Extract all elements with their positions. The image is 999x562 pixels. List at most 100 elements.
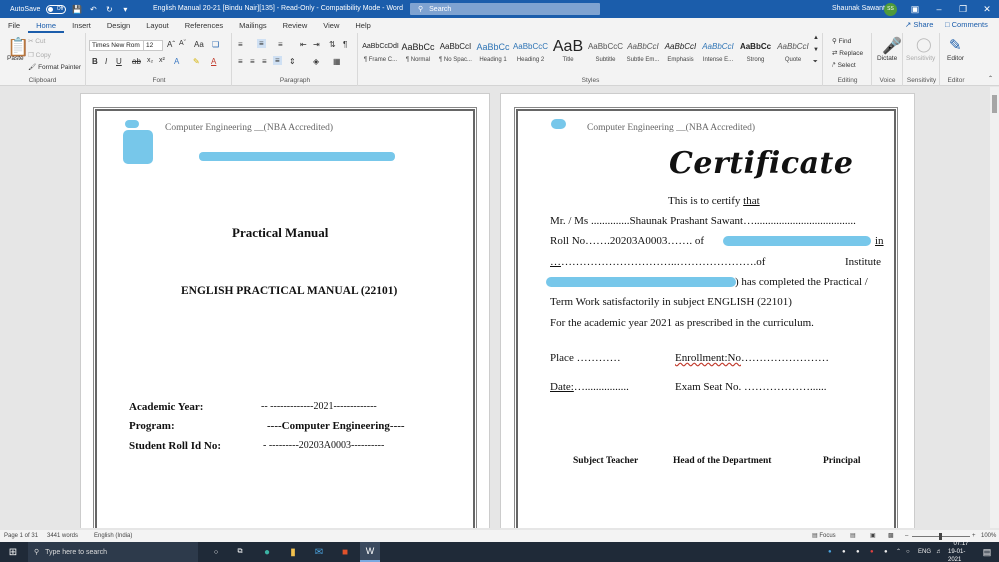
- highlight-icon[interactable]: ✎: [193, 57, 200, 66]
- find-button[interactable]: ⚲ Find: [832, 37, 851, 45]
- strikethrough-icon[interactable]: ab: [132, 57, 141, 66]
- clock[interactable]: 07:17 19-01-2021: [948, 541, 974, 562]
- line-spacing-icon[interactable]: ⇕: [289, 57, 296, 66]
- style-item[interactable]: AaBbCcI ¶ No Spac...: [437, 35, 474, 71]
- style-item[interactable]: AaBbCcI Intense E...: [700, 35, 737, 71]
- read-mode-icon[interactable]: ▤: [850, 530, 856, 542]
- scrollbar-thumb[interactable]: [992, 95, 997, 113]
- font-color-icon[interactable]: A: [211, 57, 216, 66]
- taskbar-search[interactable]: ⚲ Type here to search: [28, 542, 198, 562]
- bold-icon[interactable]: B: [92, 57, 98, 66]
- justify-icon[interactable]: ≡: [273, 56, 282, 65]
- page-2[interactable]: Computer Engineering __(NBA Accredited) …: [500, 93, 915, 528]
- increase-indent-icon[interactable]: ⇥: [313, 40, 320, 49]
- language-indicator[interactable]: ENG: [918, 542, 931, 562]
- collapse-ribbon-icon[interactable]: ⌃: [988, 75, 993, 82]
- editor-pen-icon[interactable]: ✎: [949, 36, 962, 54]
- superscript-icon[interactable]: x²: [159, 57, 165, 64]
- print-layout-icon[interactable]: ▣: [870, 530, 876, 542]
- share-button[interactable]: ↗ Share: [905, 20, 933, 29]
- zoom-in-icon[interactable]: +: [972, 530, 976, 542]
- office-icon[interactable]: ■: [336, 542, 354, 562]
- save-icon[interactable]: 💾: [72, 4, 82, 14]
- close-icon[interactable]: ✕: [975, 0, 999, 18]
- notification-icon[interactable]: ▤: [978, 542, 996, 562]
- comments-button[interactable]: □ Comments: [945, 20, 988, 29]
- file-explorer-icon[interactable]: ▮: [284, 542, 302, 562]
- cut-button[interactable]: ✂ Cut: [28, 37, 45, 45]
- format-painter-button[interactable]: 🖌 Format Painter: [28, 63, 81, 71]
- style-item[interactable]: AaBbCcI Quote: [775, 35, 812, 71]
- redo-icon[interactable]: ↻: [104, 4, 114, 14]
- tray-app-icon[interactable]: ●: [842, 542, 846, 562]
- tray-app-icon[interactable]: ●: [856, 542, 860, 562]
- tray-chevron-icon[interactable]: ⌃: [896, 542, 901, 562]
- tab-home[interactable]: Home: [28, 18, 65, 33]
- show-formatting-icon[interactable]: ¶: [343, 40, 347, 49]
- font-name-select[interactable]: Times New Rom: [89, 40, 144, 51]
- network-icon[interactable]: ●: [828, 542, 832, 562]
- dictate-button[interactable]: Dictate: [877, 55, 897, 62]
- ribbon-display-icon[interactable]: ▣: [903, 0, 927, 18]
- tab-layout[interactable]: Layout: [138, 18, 177, 33]
- autosave-toggle[interactable]: Off: [46, 4, 67, 14]
- italic-icon[interactable]: I: [105, 57, 107, 66]
- volume-icon[interactable]: ♬: [936, 542, 942, 562]
- decrease-indent-icon[interactable]: ⇤: [300, 40, 307, 49]
- subscript-icon[interactable]: x₂: [147, 57, 153, 64]
- copy-button[interactable]: ❐ Copy: [28, 51, 51, 59]
- tab-review[interactable]: Review: [275, 18, 316, 33]
- task-view-icon[interactable]: ⧉: [232, 542, 248, 562]
- wifi-icon[interactable]: ○: [906, 542, 910, 562]
- page-1[interactable]: Computer Engineering __(NBA Accredited) …: [80, 93, 490, 528]
- tab-file[interactable]: File: [0, 18, 28, 33]
- style-item[interactable]: AaBbCcI Subtle Em...: [625, 35, 662, 71]
- restore-icon[interactable]: ❐: [951, 0, 975, 18]
- style-item[interactable]: AaBbCcDdI ¶ Frame C...: [362, 35, 399, 71]
- editor-button[interactable]: Editor: [947, 55, 964, 62]
- style-item[interactable]: AaBbCc Strong: [737, 35, 774, 71]
- style-item[interactable]: AaB Title: [550, 35, 587, 71]
- style-item[interactable]: AaBbCcC Subtitle: [587, 35, 624, 71]
- word-taskbar-icon[interactable]: W: [360, 542, 380, 562]
- paste-button[interactable]: Paste: [7, 55, 24, 62]
- bullets-icon[interactable]: ≡: [238, 40, 243, 49]
- style-item[interactable]: AaBbCc ¶ Normal: [400, 35, 437, 71]
- language-indicator[interactable]: English (India): [94, 530, 132, 542]
- word-count[interactable]: 3441 words: [47, 530, 78, 542]
- windows-start-icon[interactable]: ⊞: [4, 542, 22, 562]
- style-item[interactable]: AaBbCc Heading 1: [475, 35, 512, 71]
- avatar[interactable]: SS: [884, 3, 897, 16]
- tab-insert[interactable]: Insert: [64, 18, 99, 33]
- microphone-icon[interactable]: 🎤: [882, 36, 902, 56]
- web-layout-icon[interactable]: ▩: [888, 530, 894, 542]
- style-item[interactable]: AaBbCcI Emphasis: [662, 35, 699, 71]
- align-left-icon[interactable]: ≡: [238, 57, 243, 66]
- sort-icon[interactable]: ⇅: [329, 40, 336, 49]
- document-area[interactable]: Computer Engineering __(NBA Accredited) …: [0, 87, 990, 528]
- minimize-icon[interactable]: –: [927, 0, 951, 18]
- shading-icon[interactable]: ◈: [313, 57, 319, 66]
- shrink-font-icon[interactable]: Aˇ: [179, 40, 186, 47]
- select-button[interactable]: ⭚ Select: [832, 61, 856, 69]
- borders-icon[interactable]: ▦: [333, 57, 341, 66]
- multilevel-list-icon[interactable]: ≡: [278, 40, 283, 49]
- sensitivity-button[interactable]: Sensitivity: [906, 55, 935, 62]
- style-item[interactable]: AaBbCcC Heading 2: [512, 35, 549, 71]
- tab-help[interactable]: Help: [347, 18, 378, 33]
- user-name[interactable]: Shaunak Sawant: [832, 0, 885, 18]
- align-right-icon[interactable]: ≡: [262, 57, 267, 66]
- tab-references[interactable]: References: [177, 18, 231, 33]
- font-size-select[interactable]: 12: [143, 40, 163, 51]
- replace-button[interactable]: ⇄ Replace: [832, 49, 863, 57]
- page-count[interactable]: Page 1 of 31: [4, 530, 38, 542]
- styles-scroll-down-icon[interactable]: ▼: [813, 47, 819, 53]
- cortana-icon[interactable]: ○: [208, 542, 224, 562]
- undo-icon[interactable]: ↶: [88, 4, 98, 14]
- text-effects-icon[interactable]: A: [174, 57, 179, 66]
- tab-view[interactable]: View: [315, 18, 347, 33]
- tray-app-icon[interactable]: ●: [884, 542, 888, 562]
- grow-font-icon[interactable]: Aˆ: [167, 40, 175, 49]
- sensitivity-icon[interactable]: ◯: [916, 36, 932, 53]
- styles-scroll-up-icon[interactable]: ▲: [813, 35, 819, 41]
